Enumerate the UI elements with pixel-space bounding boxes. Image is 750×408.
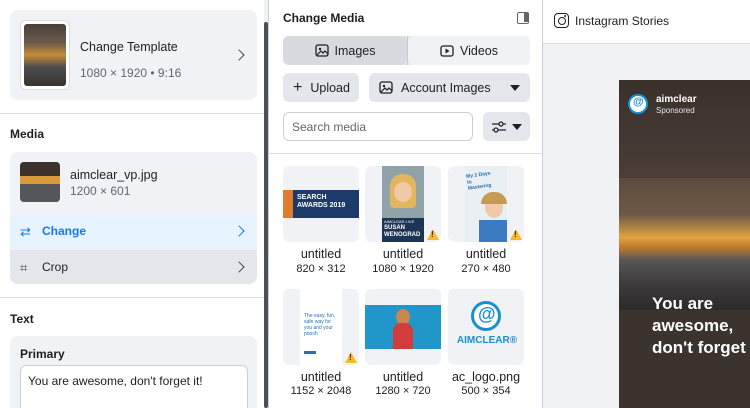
- change-media-panel: Change Media Images Videos + Upload Acco…: [269, 0, 542, 408]
- media-tile[interactable]: SEARCH AWARDS 2019: [283, 166, 359, 242]
- warning-icon: [510, 229, 522, 240]
- media-thumbnail: [20, 162, 60, 202]
- page-name: aimclear: [656, 94, 697, 105]
- story-text-overlay: You are awesome, don't forget it!: [652, 294, 750, 357]
- tab-images-label: Images: [334, 43, 376, 58]
- change-media-title: Change Media: [283, 11, 365, 25]
- media-card: aimclear_vp.jpg 1200 × 601 ⇄ Change ⌗ Cr…: [10, 152, 257, 284]
- image-icon: [314, 44, 329, 57]
- tile-dims: 1080 × 1920: [372, 263, 434, 275]
- search-media-input[interactable]: [283, 112, 473, 141]
- sponsored-label: Sponsored: [656, 106, 695, 115]
- preview-panel: Instagram Stories aimclear Sponsored You…: [543, 0, 750, 408]
- tile-caption: SUSAN WENOGRAD: [384, 225, 421, 238]
- text-section-title: Text: [10, 312, 34, 326]
- collapse-panel-icon[interactable]: [517, 12, 529, 24]
- tile-name: untitled: [382, 370, 424, 384]
- tab-videos-label: Videos: [460, 43, 498, 58]
- placement-title: Instagram Stories: [575, 14, 670, 28]
- plus-icon: +: [293, 78, 303, 96]
- tile-caption: SEARCH AWARDS 2019: [297, 194, 346, 209]
- tile-dims: 270 × 480: [461, 263, 511, 275]
- tile-dims: 500 × 354: [461, 385, 511, 397]
- tile-caption-small: AIMCLEAR LIVE: [384, 219, 415, 224]
- swap-icon: ⇄: [20, 224, 31, 239]
- crop-icon: ⌗: [20, 260, 28, 275]
- upload-label: Upload: [310, 80, 350, 95]
- left-panel: Change Template 1080 × 1920 • 9:16 Media…: [0, 0, 268, 408]
- template-subtitle: 1080 × 1920 • 9:16: [80, 66, 182, 80]
- change-label: Change: [42, 224, 87, 238]
- media-tile[interactable]: @ AIMCLEAR®: [448, 289, 524, 365]
- crop-media-button[interactable]: ⌗ Crop: [10, 250, 257, 284]
- crop-label: Crop: [42, 260, 69, 274]
- media-file-dims: 1200 × 601: [70, 184, 131, 198]
- chevron-right-icon: [233, 261, 245, 273]
- filter-sliders-icon: [492, 120, 506, 133]
- media-type-toggle: Images Videos: [283, 36, 530, 65]
- change-media-button[interactable]: ⇄ Change: [10, 214, 257, 249]
- primary-text-label: Primary: [20, 347, 65, 361]
- media-tile[interactable]: The easy, fun, safe way for you and your…: [283, 289, 359, 365]
- preview-header: Instagram Stories: [543, 0, 750, 44]
- filter-button[interactable]: [483, 112, 530, 141]
- primary-text-card: Primary You are awesome, don't forget it…: [10, 336, 257, 408]
- tile-dims: 820 × 312: [296, 263, 346, 275]
- tile-dims: 1152 × 2048: [290, 385, 352, 397]
- tile-name: untitled: [382, 247, 424, 261]
- warning-icon: [345, 352, 357, 363]
- chevron-down-icon: [510, 85, 520, 91]
- tile-name: untitled: [300, 247, 342, 261]
- media-file-name: aimclear_vp.jpg: [70, 168, 158, 182]
- chevron-down-icon: [512, 124, 522, 130]
- tab-images[interactable]: Images: [283, 36, 407, 65]
- change-template-card[interactable]: Change Template 1080 × 1920 • 9:16: [10, 10, 257, 100]
- tile-name: untitled: [300, 370, 342, 384]
- tile-caption: The easy, fun, safe way for you and your…: [304, 313, 336, 337]
- account-images-dropdown[interactable]: Account Images: [369, 73, 530, 102]
- tab-videos[interactable]: Videos: [408, 36, 530, 65]
- media-tile[interactable]: [365, 289, 441, 365]
- story-image: [619, 178, 750, 310]
- tile-name: ac_logo.png: [451, 370, 521, 384]
- tile-dims: 1280 × 720: [375, 385, 431, 397]
- media-section-title: Media: [10, 127, 45, 141]
- tile-name: untitled: [465, 247, 507, 261]
- tile-caption: AIMCLEAR®: [456, 335, 518, 346]
- video-icon: [440, 44, 454, 57]
- tile-caption: My 2 Days to Mastering: [465, 170, 492, 192]
- upload-button[interactable]: + Upload: [283, 73, 359, 102]
- template-thumbnail: [20, 20, 70, 90]
- account-images-label: Account Images: [401, 80, 491, 95]
- chevron-right-icon: [233, 225, 245, 237]
- media-tile[interactable]: AIMCLEAR LIVE SUSAN WENOGRAD: [365, 166, 441, 242]
- page-avatar: [628, 94, 648, 114]
- warning-icon: [427, 229, 439, 240]
- primary-text-input[interactable]: You are awesome, don't forget it!: [20, 365, 248, 408]
- chevron-right-icon: [233, 49, 245, 61]
- instagram-icon: [554, 13, 569, 28]
- template-title: Change Template: [80, 40, 178, 54]
- media-tile[interactable]: My 2 Days to Mastering: [448, 166, 524, 242]
- image-library-icon: [379, 81, 393, 94]
